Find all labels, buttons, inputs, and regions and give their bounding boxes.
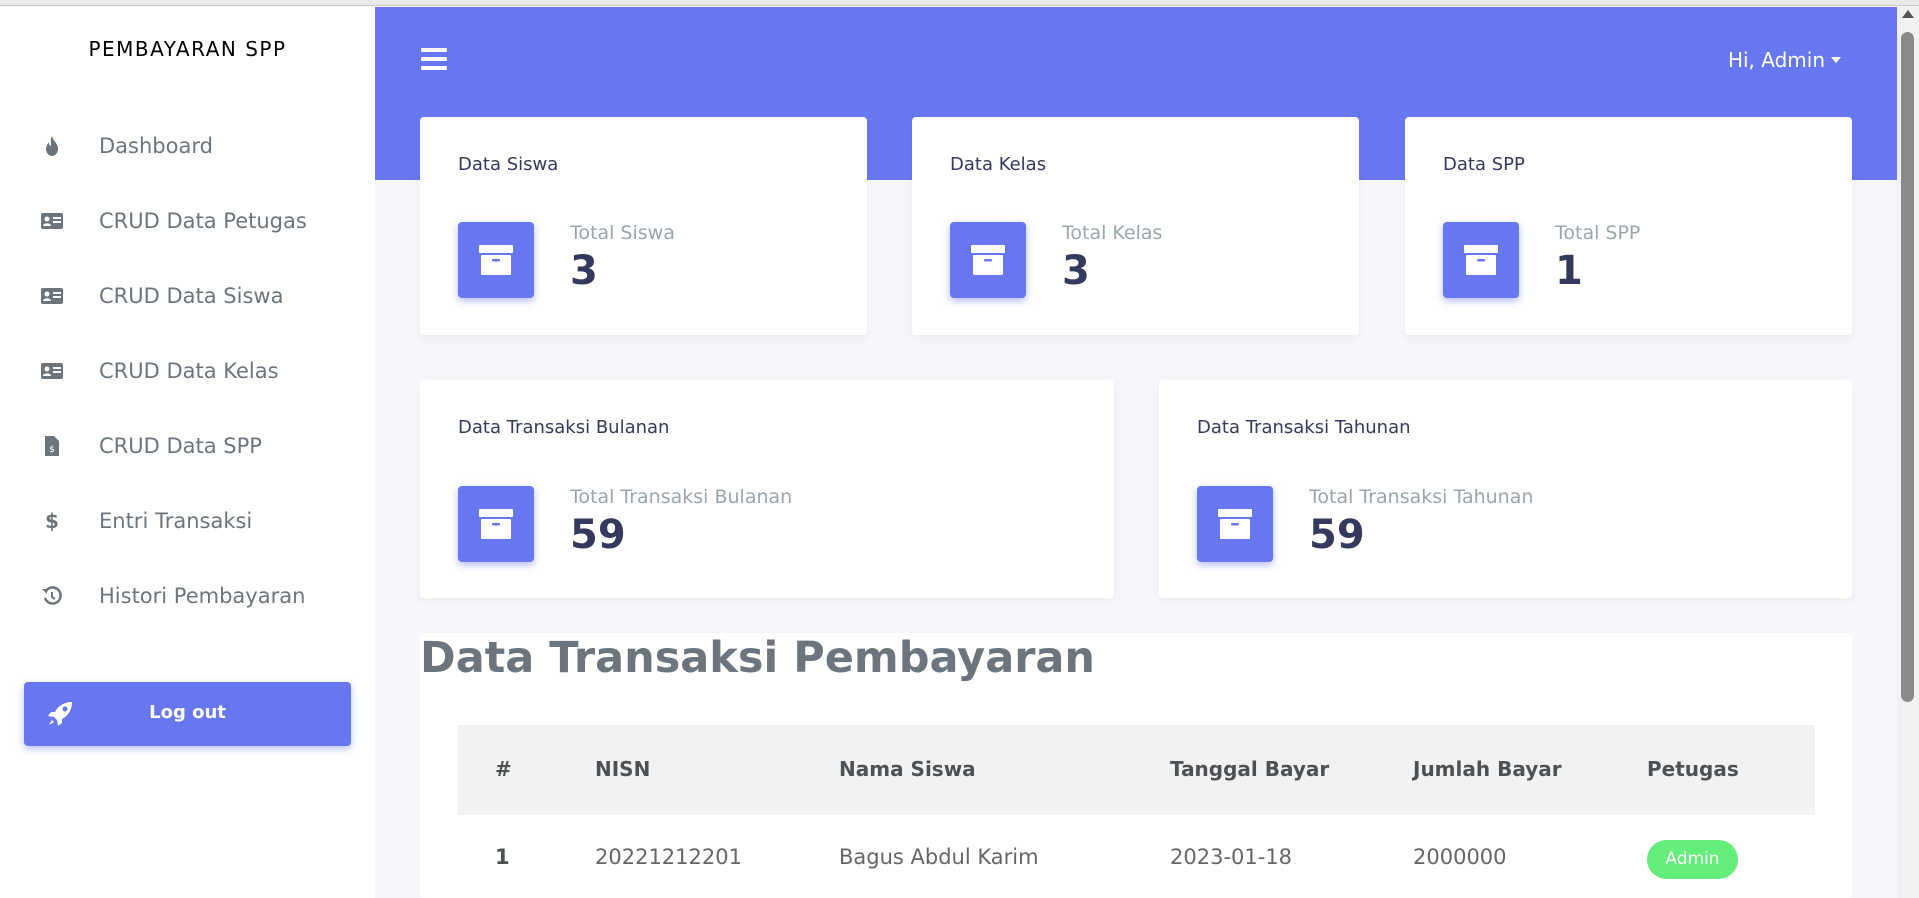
card-subtitle: Total Transaksi Bulanan bbox=[570, 486, 793, 508]
sidebar-item-label: Histori Pembayaran bbox=[99, 583, 306, 608]
caret-down-icon bbox=[1831, 57, 1841, 63]
archive-icon bbox=[950, 222, 1026, 298]
svg-text:$: $ bbox=[49, 445, 55, 455]
id-card-icon bbox=[40, 209, 64, 233]
stat-card-spp: Data SPP Total SPP 1 bbox=[1405, 117, 1852, 335]
card-title: Data Siswa bbox=[458, 154, 559, 175]
dollar-icon: $ bbox=[40, 509, 64, 533]
sidebar-item-label: CRUD Data Siswa bbox=[99, 283, 284, 308]
card-title: Data SPP bbox=[1443, 154, 1525, 175]
archive-icon bbox=[1443, 222, 1519, 298]
sidebar-item-crud-spp[interactable]: $ CRUD Data SPP bbox=[0, 408, 375, 483]
card-subtitle: Total Siswa bbox=[570, 222, 675, 244]
scrollbar-thumb[interactable] bbox=[1901, 32, 1914, 702]
sidebar-item-entri-transaksi[interactable]: $ Entri Transaksi bbox=[0, 483, 375, 558]
card-subtitle: Total SPP bbox=[1555, 222, 1641, 244]
card-title: Data Transaksi Tahunan bbox=[1197, 417, 1411, 438]
card-value: 1 bbox=[1555, 248, 1583, 294]
svg-text:$: $ bbox=[45, 510, 59, 532]
column-header: Tanggal Bayar bbox=[1170, 757, 1330, 781]
history-icon bbox=[40, 584, 64, 608]
column-header: # bbox=[495, 757, 512, 781]
id-card-icon bbox=[40, 359, 64, 383]
card-value: 59 bbox=[1309, 512, 1365, 558]
browser-top-edge bbox=[0, 0, 1919, 6]
user-greeting: Hi, Admin bbox=[1727, 48, 1825, 72]
archive-icon bbox=[458, 486, 534, 562]
hamburger-menu-icon[interactable] bbox=[421, 48, 447, 70]
table-header: # NISN Nama Siswa Tanggal Bayar Jumlah B… bbox=[458, 725, 1815, 815]
card-value: 3 bbox=[1062, 248, 1090, 294]
scroll-up-arrow-icon[interactable] bbox=[1902, 10, 1914, 18]
stat-card-transaksi-tahunan: Data Transaksi Tahunan Total Transaksi T… bbox=[1159, 380, 1852, 598]
cell-nama-siswa: Bagus Abdul Karim bbox=[839, 845, 1039, 869]
cell-jumlah-bayar: 2000000 bbox=[1413, 845, 1507, 869]
sidebar-item-label: CRUD Data Petugas bbox=[99, 208, 307, 233]
section-title: Data Transaksi Pembayaran bbox=[420, 633, 1096, 683]
sidebar-menu: Dashboard CRUD Data Petugas CRUD Data Si… bbox=[0, 108, 375, 633]
sidebar-item-crud-siswa[interactable]: CRUD Data Siswa bbox=[0, 258, 375, 333]
card-subtitle: Total Kelas bbox=[1062, 222, 1163, 244]
card-title: Data Kelas bbox=[950, 154, 1047, 175]
card-title: Data Transaksi Bulanan bbox=[458, 417, 670, 438]
sidebar-item-label: CRUD Data Kelas bbox=[99, 358, 279, 383]
card-value: 59 bbox=[570, 512, 626, 558]
column-header: Petugas bbox=[1647, 757, 1739, 781]
column-header: NISN bbox=[595, 757, 651, 781]
cell-nisn: 20221212201 bbox=[595, 845, 742, 869]
row-number: 1 bbox=[495, 845, 510, 869]
id-card-icon bbox=[40, 284, 64, 308]
column-header: Jumlah Bayar bbox=[1413, 757, 1562, 781]
logout-button[interactable]: Log out bbox=[24, 682, 351, 746]
sidebar-item-crud-petugas[interactable]: CRUD Data Petugas bbox=[0, 183, 375, 258]
card-value: 3 bbox=[570, 248, 598, 294]
logout-label: Log out bbox=[149, 702, 226, 723]
stat-card-transaksi-bulanan: Data Transaksi Bulanan Total Transaksi B… bbox=[420, 380, 1114, 598]
user-dropdown[interactable]: Hi, Admin bbox=[1728, 48, 1841, 72]
sidebar-item-label: CRUD Data SPP bbox=[99, 433, 262, 458]
card-subtitle: Total Transaksi Tahunan bbox=[1309, 486, 1534, 508]
fire-icon bbox=[40, 134, 64, 158]
sidebar-item-histori-pembayaran[interactable]: Histori Pembayaran bbox=[0, 558, 375, 633]
sidebar-item-dashboard[interactable]: Dashboard bbox=[0, 108, 375, 183]
column-header: Nama Siswa bbox=[839, 757, 976, 781]
cell-tanggal-bayar: 2023-01-18 bbox=[1170, 845, 1293, 869]
sidebar-item-label: Entri Transaksi bbox=[99, 508, 253, 533]
stat-card-kelas: Data Kelas Total Kelas 3 bbox=[912, 117, 1359, 335]
archive-icon bbox=[1197, 486, 1273, 562]
sidebar-item-label: Dashboard bbox=[99, 133, 213, 158]
file-invoice-dollar-icon: $ bbox=[40, 434, 64, 458]
status-badge: Admin bbox=[1647, 840, 1738, 879]
archive-icon bbox=[458, 222, 534, 298]
sidebar: PEMBAYARAN SPP Dashboard CRUD Data Petug… bbox=[0, 7, 375, 898]
stat-card-siswa: Data Siswa Total Siswa 3 bbox=[420, 117, 867, 335]
brand-title[interactable]: PEMBAYARAN SPP bbox=[0, 37, 375, 61]
sidebar-item-crud-kelas[interactable]: CRUD Data Kelas bbox=[0, 333, 375, 408]
